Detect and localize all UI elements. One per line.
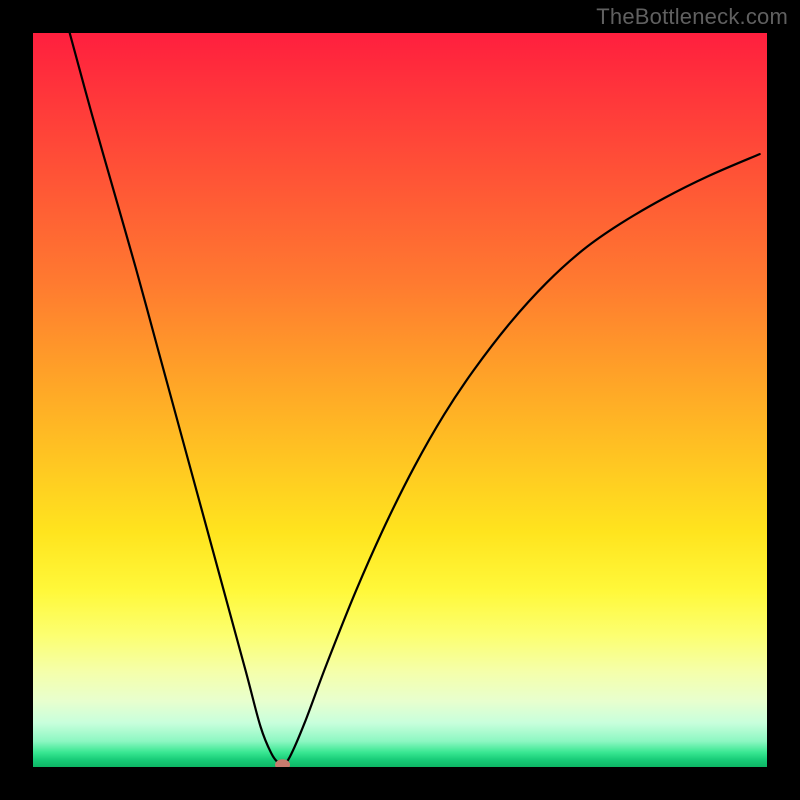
watermark-text: TheBottleneck.com: [596, 4, 788, 30]
bottleneck-curve-chart: [33, 33, 767, 767]
optimum-marker: [276, 760, 290, 767]
bottleneck-curve: [70, 33, 760, 765]
chart-frame: TheBottleneck.com: [0, 0, 800, 800]
